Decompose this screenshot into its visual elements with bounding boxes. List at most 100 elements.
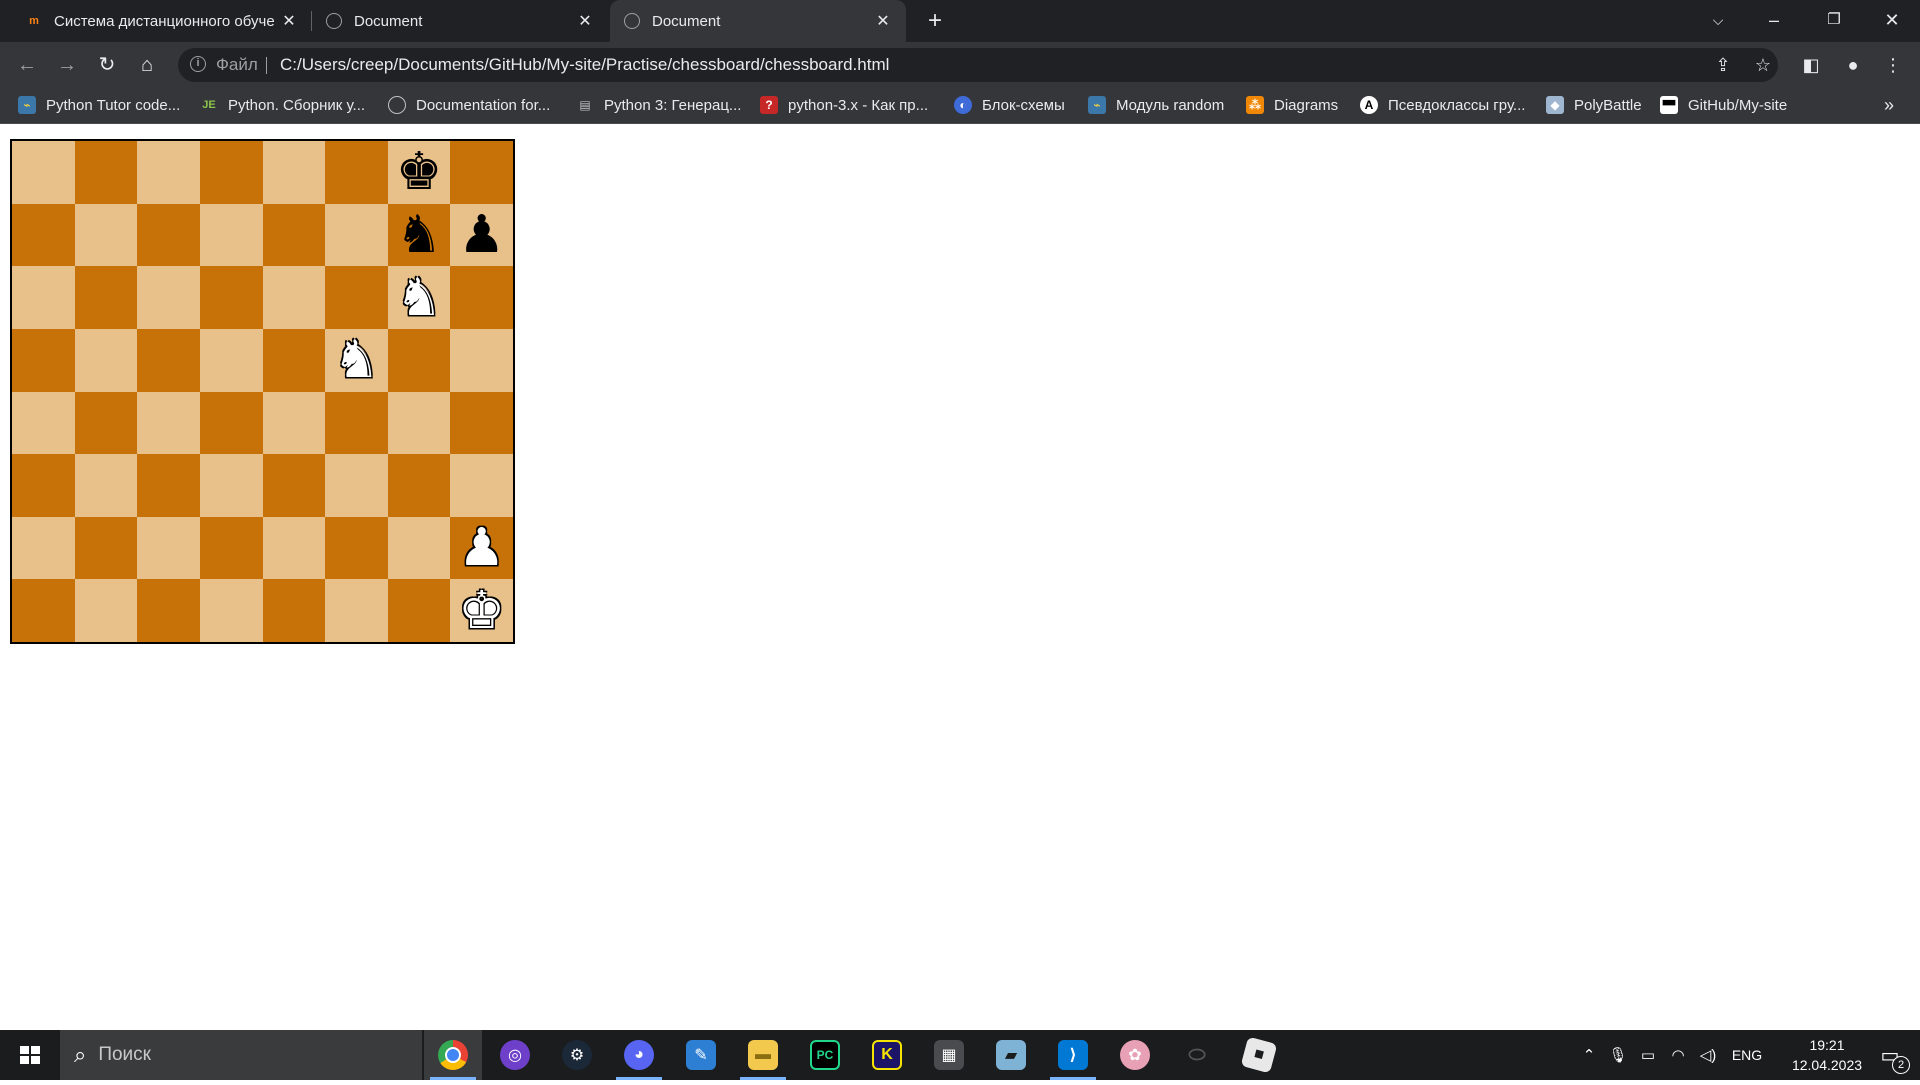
board-square[interactable] [199, 391, 263, 455]
board-square[interactable] [12, 454, 75, 517]
bookmark-item[interactable]: ◆ PolyBattle [1546, 88, 1642, 122]
windows-start-button[interactable] [0, 1030, 60, 1080]
board-square[interactable] [262, 391, 326, 455]
clock[interactable]: 19:21 12.04.2023 [1772, 1030, 1882, 1080]
board-square[interactable] [12, 203, 75, 267]
back-arrow-icon[interactable]: ← [12, 50, 42, 80]
bookmark-item[interactable]: ⁂ Diagrams [1246, 88, 1338, 122]
white-king-piece[interactable]: ♚ [450, 579, 513, 642]
board-square[interactable] [199, 328, 263, 392]
tab-3-active[interactable]: Document ✕ [610, 0, 906, 42]
board-square[interactable] [74, 579, 138, 642]
taskbar-app-roblox[interactable]: ■ [1230, 1030, 1288, 1080]
tab-search-chevron-icon[interactable]: ⌵ [1690, 0, 1746, 42]
board-square[interactable] [387, 328, 451, 392]
taskbar-app-kotlin[interactable]: K [858, 1030, 916, 1080]
bookmark-item[interactable]: ⌁ Модуль random [1088, 88, 1224, 122]
close-tab-icon[interactable]: ✕ [280, 11, 298, 31]
board-square[interactable] [450, 391, 513, 455]
board-square[interactable] [199, 203, 263, 267]
close-tab-icon[interactable]: ✕ [874, 11, 892, 31]
board-square[interactable] [262, 141, 326, 204]
bookmark-item[interactable]: ▀▀ GitHub/My-site [1660, 88, 1787, 122]
board-square[interactable] [325, 454, 388, 517]
wifi-icon[interactable]: ◠ [1664, 1030, 1692, 1080]
bookmark-item[interactable]: ▤ Python 3: Генерац... [576, 88, 741, 122]
taskbar-app-vscode[interactable]: ⟩ [1044, 1030, 1102, 1080]
board-square[interactable] [74, 391, 138, 455]
forward-arrow-icon[interactable]: → [52, 50, 82, 80]
address-bar[interactable]: i Файл C:/Users/creep/Documents/GitHub/M… [178, 48, 1778, 82]
minimize-button[interactable]: – [1746, 0, 1802, 42]
bookmark-item[interactable]: Documentation for... [388, 88, 550, 122]
board-square[interactable] [12, 141, 75, 204]
board-square[interactable] [137, 579, 200, 642]
black-pawn-piece[interactable]: ♟ [450, 203, 513, 267]
close-window-button[interactable]: ✕ [1864, 0, 1920, 42]
taskbar-app-paint[interactable]: ✎ [672, 1030, 730, 1080]
board-square[interactable] [137, 516, 200, 580]
bookmark-item[interactable]: ? python-3.x - Как пр... [760, 88, 928, 122]
taskbar-app-calculator[interactable]: ▦ [920, 1030, 978, 1080]
board-square[interactable] [450, 141, 513, 204]
menu-kebab-icon[interactable]: ⋮ [1878, 50, 1908, 80]
battery-icon[interactable]: ▭ [1634, 1030, 1662, 1080]
board-square[interactable] [74, 516, 138, 580]
black-king-piece[interactable]: ♚ [387, 141, 451, 204]
close-tab-icon[interactable]: ✕ [576, 11, 594, 31]
board-square[interactable] [74, 203, 138, 267]
taskbar-app-discord[interactable]: ◕ [610, 1030, 668, 1080]
bookmark-star-icon[interactable]: ☆ [1748, 50, 1778, 80]
taskbar-app-pycharm[interactable]: PC [796, 1030, 854, 1080]
taskbar-app-chrome[interactable] [424, 1030, 482, 1080]
board-square[interactable] [199, 454, 263, 517]
bookmark-item[interactable]: JE Python. Сборник у... [200, 88, 365, 122]
board-square[interactable] [74, 328, 138, 392]
language-indicator[interactable]: ENG [1722, 1030, 1772, 1080]
board-square[interactable] [12, 266, 75, 329]
bookmark-item[interactable]: A Псевдоклассы гру... [1360, 88, 1525, 122]
white-knight-piece[interactable]: ♞ [387, 266, 451, 329]
board-square[interactable] [325, 141, 388, 204]
tab-1[interactable]: m Система дистанционного обуче ✕ [12, 0, 312, 42]
reload-icon[interactable]: ↻ [92, 50, 122, 80]
board-square[interactable] [199, 516, 263, 580]
board-square[interactable] [387, 391, 451, 455]
board-square[interactable] [262, 516, 326, 580]
taskbar-app-steam[interactable]: ⚙ [548, 1030, 606, 1080]
board-square[interactable] [387, 454, 451, 517]
restore-button[interactable]: ❐ [1806, 0, 1862, 42]
board-square[interactable] [137, 328, 200, 392]
taskbar-app-mouse[interactable]: ⬭ [1168, 1030, 1226, 1080]
tab-2[interactable]: Document ✕ [312, 0, 608, 42]
board-square[interactable] [262, 328, 326, 392]
board-square[interactable] [325, 516, 388, 580]
board-square[interactable] [137, 203, 200, 267]
board-square[interactable] [74, 454, 138, 517]
board-square[interactable] [137, 391, 200, 455]
board-square[interactable] [199, 266, 263, 329]
board-square[interactable] [137, 266, 200, 329]
board-square[interactable] [12, 516, 75, 580]
board-square[interactable] [325, 391, 388, 455]
taskbar-app-paint-3d[interactable]: ✿ [1106, 1030, 1164, 1080]
taskbar-app-github-desktop[interactable]: ◎ [486, 1030, 544, 1080]
taskbar-app-file-explorer[interactable]: ▬ [734, 1030, 792, 1080]
board-square[interactable] [12, 579, 75, 642]
board-square[interactable] [199, 579, 263, 642]
new-tab-button[interactable]: + [920, 6, 950, 36]
board-square[interactable] [387, 579, 451, 642]
bookmark-item[interactable]: ◐ Блок-схемы [954, 88, 1065, 122]
board-square[interactable] [450, 454, 513, 517]
tray-overflow-chevron-icon[interactable]: ⌃ [1574, 1030, 1604, 1080]
side-panel-icon[interactable]: ◧ [1796, 50, 1826, 80]
white-pawn-piece[interactable]: ♟ [450, 516, 513, 580]
board-square[interactable] [74, 141, 138, 204]
white-knight-piece[interactable]: ♞ [325, 328, 388, 392]
board-square[interactable] [199, 141, 263, 204]
board-square[interactable] [262, 266, 326, 329]
board-square[interactable] [325, 203, 388, 267]
board-square[interactable] [262, 203, 326, 267]
board-square[interactable] [387, 516, 451, 580]
black-knight-piece[interactable]: ♞ [387, 203, 451, 267]
